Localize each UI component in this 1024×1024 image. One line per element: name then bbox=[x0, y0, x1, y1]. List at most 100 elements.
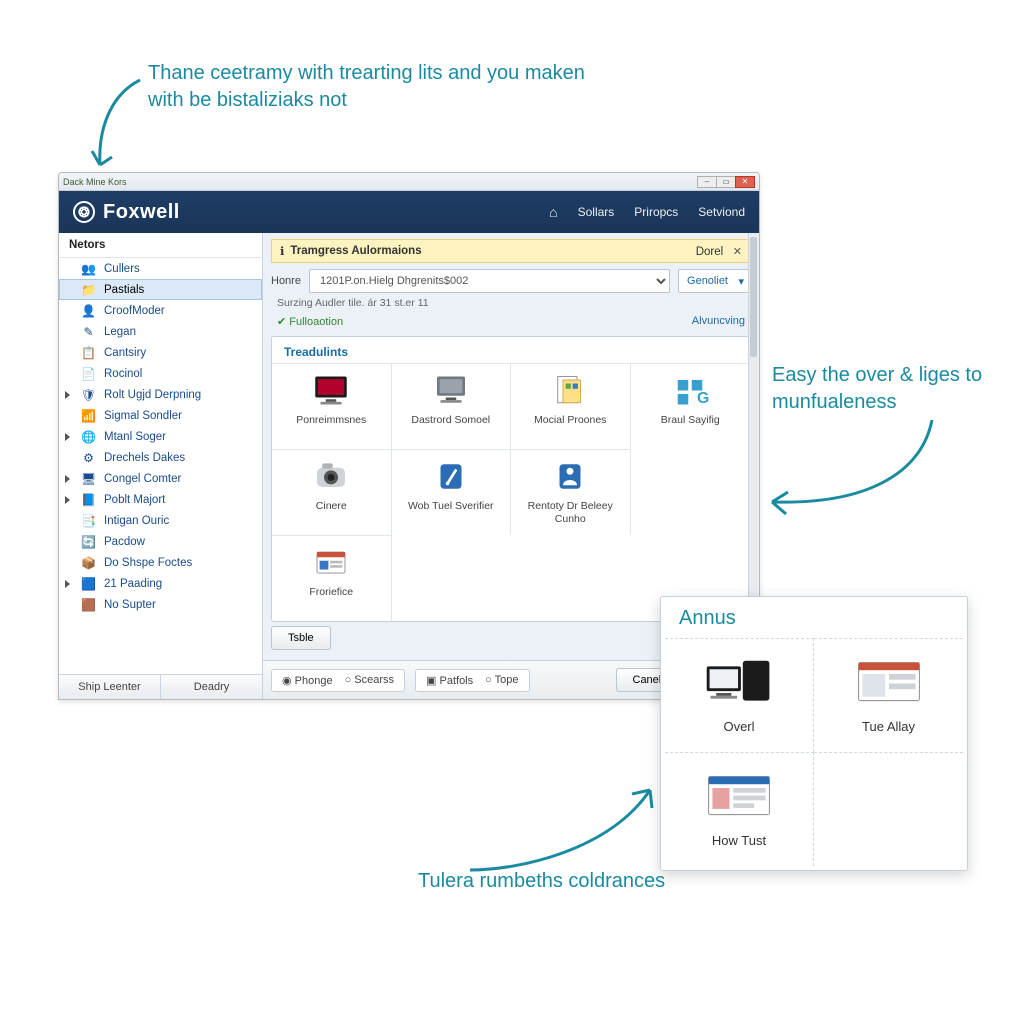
sidebar-item-label: 21 Paading bbox=[104, 578, 162, 590]
popup-cell-2[interactable]: How Tust bbox=[665, 752, 814, 866]
sidebar-item-2[interactable]: 👤CroofModer bbox=[59, 300, 262, 321]
sidebar-item-icon: 📘 bbox=[81, 492, 96, 507]
sidebar-item-label: Pastials bbox=[104, 284, 144, 296]
window-maximize-button[interactable]: ▭ bbox=[716, 176, 736, 188]
tile-icon bbox=[430, 458, 472, 494]
footer-opt-scearss[interactable]: ○ Scearss bbox=[345, 674, 394, 686]
popup-cell-label: How Tust bbox=[712, 833, 766, 848]
tile-label: Braul Sayifig bbox=[661, 414, 720, 427]
tile-1[interactable]: Dastrord Somoel bbox=[392, 363, 512, 449]
annotation-top: Thane ceetramy with trearting lits and y… bbox=[148, 60, 608, 114]
annotation-bottom: Tulera rumbeths coldrances bbox=[418, 868, 678, 895]
nav-link-2[interactable]: Setviond bbox=[698, 205, 745, 219]
popup-cell-0[interactable]: Overl bbox=[665, 638, 814, 752]
sidebar-item-icon: 📦 bbox=[81, 555, 96, 570]
tile-label: Froriefice bbox=[309, 586, 353, 599]
window-title: Dack Mine Kors bbox=[63, 177, 127, 187]
sidebar-item-12[interactable]: 📑Intigan Ouric bbox=[59, 510, 262, 531]
popup-cell-icon bbox=[851, 655, 927, 709]
expand-icon[interactable] bbox=[65, 496, 70, 504]
tile-2[interactable]: Mocial Proones bbox=[511, 363, 631, 449]
expand-icon[interactable] bbox=[65, 433, 70, 441]
sidebar-item-icon: ⚙ bbox=[81, 450, 96, 465]
select-label: Honre bbox=[271, 275, 301, 287]
status-link[interactable]: Alvuncving bbox=[692, 315, 745, 328]
sidebar-item-label: Cullers bbox=[104, 263, 140, 275]
brand-name: Foxwell bbox=[103, 201, 180, 224]
message-bar-text: Tramgress Aulormaions bbox=[290, 245, 421, 257]
subline-text: Surzing Audler tile. ár 31 st.er 11 bbox=[277, 297, 745, 309]
tile-5[interactable]: Wob Tuel Sverifier bbox=[392, 449, 512, 535]
popup-cell-label: Tue Allay bbox=[862, 719, 915, 734]
popup-cell-icon bbox=[701, 769, 777, 823]
nav-link-1[interactable]: Priropcs bbox=[634, 205, 678, 219]
sidebar-item-label: Congel Comter bbox=[104, 473, 181, 485]
nav-link-0[interactable]: Sollars bbox=[578, 205, 615, 219]
main-select[interactable]: 1201P.on.Hielg Dhgrenits$002 bbox=[309, 269, 670, 293]
sidebar-item-11[interactable]: 📘Poblt Majort bbox=[59, 489, 262, 510]
sidebar-item-icon: 🖥 bbox=[81, 471, 96, 486]
sidebar-item-label: Drechels Dakes bbox=[104, 452, 185, 464]
tile-icon bbox=[310, 544, 352, 580]
message-bar-action[interactable]: Dorel bbox=[696, 246, 723, 258]
sidebar-item-icon: 🟫 bbox=[81, 597, 96, 612]
sidebar-footer-button-0[interactable]: Ship Leenter bbox=[59, 675, 161, 699]
sidebar-item-15[interactable]: 🟦 21 Paading bbox=[59, 573, 262, 594]
tile-label: Cinere bbox=[316, 500, 347, 513]
sidebar-item-0[interactable]: 👥Cullers bbox=[59, 258, 262, 279]
sidebar-item-3[interactable]: ✎ Legan bbox=[59, 321, 262, 342]
sidebar-item-10[interactable]: 🖥 Congel Comter bbox=[59, 468, 262, 489]
footer-seg-1: ◉ Phonge ○ Scearss bbox=[271, 669, 405, 692]
sidebar-item-label: Do Shspe Foctes bbox=[104, 557, 192, 569]
table-button[interactable]: Tsble bbox=[271, 626, 331, 650]
tile-3[interactable]: GBraul Sayifig bbox=[631, 363, 751, 449]
tile-label: Mocial Proones bbox=[534, 414, 606, 427]
brand-bar: ❂ Foxwell ⌂ Sollars Priropcs Setviond bbox=[59, 191, 759, 233]
sidebar-item-icon: 🟦 bbox=[81, 576, 96, 591]
top-nav: ⌂ Sollars Priropcs Setviond bbox=[549, 204, 745, 220]
sidebar-item-16[interactable]: 🟫 No Supter bbox=[59, 594, 262, 615]
sidebar-item-label: No Supter bbox=[104, 599, 156, 611]
sidebar-item-9[interactable]: ⚙ Drechels Dakes bbox=[59, 447, 262, 468]
sidebar-item-4[interactable]: 📋Cantsiry bbox=[59, 342, 262, 363]
sidebar-item-label: Legan bbox=[104, 326, 136, 338]
popup-cell-1[interactable]: Tue Allay bbox=[814, 638, 963, 752]
sidebar-footer-button-1[interactable]: Deadry bbox=[161, 675, 262, 699]
tile-4[interactable]: Cinere bbox=[272, 449, 392, 535]
tile-label: Ponreimmsnes bbox=[296, 414, 366, 427]
footer-opt-tope[interactable]: ○ Tope bbox=[485, 674, 518, 686]
message-bar: ℹ Tramgress Aulormaions Dorel ✕ bbox=[271, 239, 751, 263]
arrow-right-icon bbox=[742, 410, 942, 530]
expand-icon[interactable] bbox=[65, 475, 70, 483]
footer-opt-patfols[interactable]: ▣ Patfols bbox=[426, 674, 473, 687]
tile-icon bbox=[430, 372, 472, 408]
footer-opt-phonge[interactable]: ◉ Phonge bbox=[282, 674, 333, 687]
window-close-button[interactable]: ✕ bbox=[735, 176, 755, 188]
expand-icon[interactable] bbox=[65, 580, 70, 588]
sidebar-item-icon: 🔄 bbox=[81, 534, 96, 549]
sidebar-item-label: Mtanl Soger bbox=[104, 431, 166, 443]
sidebar-item-7[interactable]: 📶Sigmal Sondler bbox=[59, 405, 262, 426]
scrollbar-thumb[interactable] bbox=[750, 237, 757, 357]
sidebar-item-icon: ✎ bbox=[81, 324, 96, 339]
popup-cell-icon bbox=[701, 655, 777, 709]
combo-button[interactable]: Genoliet bbox=[678, 269, 751, 293]
tile-icon bbox=[549, 372, 591, 408]
message-bar-close-icon[interactable]: ✕ bbox=[733, 246, 742, 258]
sidebar-item-8[interactable]: 🌐Mtanl Soger bbox=[59, 426, 262, 447]
sidebar-item-14[interactable]: 📦 Do Shspe Foctes bbox=[59, 552, 262, 573]
window-minimize-button[interactable]: – bbox=[697, 176, 717, 188]
sidebar-item-icon: 📁 bbox=[81, 282, 96, 297]
tile-0[interactable]: Ponreimmsnes bbox=[272, 363, 392, 449]
home-icon[interactable]: ⌂ bbox=[549, 204, 557, 220]
tile-6[interactable]: Rentoty Dr Beleey Cunho bbox=[511, 449, 631, 535]
sidebar-item-5[interactable]: 📄Rocinol bbox=[59, 363, 262, 384]
popup-panel: Annus OverlTue AllayHow Tust bbox=[660, 596, 968, 871]
expand-icon[interactable] bbox=[65, 391, 70, 399]
sidebar-item-1[interactable]: 📁 Pastials bbox=[59, 279, 262, 300]
status-ok: Fulloaotion bbox=[277, 315, 343, 328]
tile-8[interactable]: Froriefice bbox=[272, 535, 392, 621]
sidebar-item-6[interactable]: 🛡Rolt Ugjd Derpning bbox=[59, 384, 262, 405]
sidebar-item-13[interactable]: 🔄Pacdow bbox=[59, 531, 262, 552]
sidebar: Netors 👥Cullers📁Pastials👤CroofModer✎Lega… bbox=[59, 233, 263, 699]
